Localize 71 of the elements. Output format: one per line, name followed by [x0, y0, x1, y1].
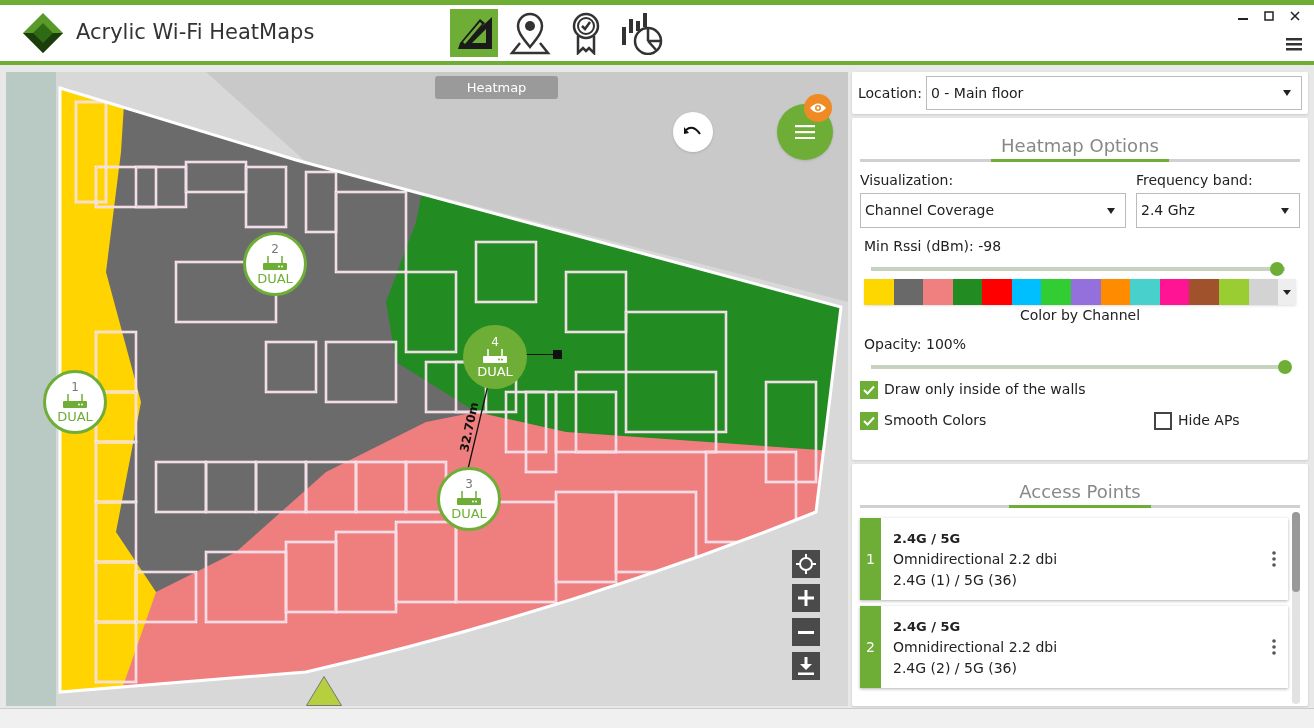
access-point-number: 1	[71, 381, 79, 393]
slider-label: Min Rssi (dBm): -98	[864, 237, 1003, 256]
dropdown-arrow-icon	[1107, 207, 1115, 214]
more-options-icon[interactable]	[1272, 551, 1276, 567]
target-icon	[796, 554, 816, 574]
zoom-in-button[interactable]	[792, 584, 820, 612]
menu-icon	[795, 125, 815, 139]
scrollbar[interactable]	[1292, 512, 1300, 704]
app-title: Acrylic Wi-Fi HeatMaps	[76, 19, 316, 47]
download-button[interactable]	[792, 652, 820, 680]
access-point-label: DUAL	[257, 272, 293, 285]
checkbox-option[interactable]: Draw only inside of the walls	[860, 379, 1086, 400]
access-point-number: 4	[491, 336, 499, 348]
palette-label: Color by Channel	[1018, 306, 1142, 325]
resize-handle[interactable]	[553, 350, 562, 359]
checkbox[interactable]	[860, 380, 878, 399]
eye-icon	[809, 102, 827, 114]
color-palette-dropdown[interactable]	[864, 279, 1296, 305]
checkbox[interactable]	[1154, 411, 1172, 430]
download-icon	[798, 657, 814, 675]
access-point-card[interactable]: 2 2.4G / 5G Omnidirectional 2.2 dbi 2.4G (2) / 5G (36)	[860, 606, 1288, 688]
minus-icon	[798, 630, 814, 634]
checkbox[interactable]	[860, 411, 878, 430]
visualization-dropdown[interactable]: Channel Coverage	[860, 193, 1126, 228]
section-title: Access Points	[1009, 478, 1151, 508]
field-label: Frequency band:	[1136, 171, 1254, 190]
locate-button[interactable]	[792, 550, 820, 578]
more-options-icon[interactable]	[1272, 639, 1276, 655]
access-point-bands: 2.4G / 5G	[893, 615, 1260, 637]
access-point-channels: 2.4G (1) / 5G (36)	[893, 570, 1018, 590]
maximize-icon[interactable]	[1264, 11, 1274, 21]
access-point-number: 2	[860, 606, 881, 688]
access-point-number: 1	[860, 518, 881, 600]
map-pin-icon	[508, 11, 552, 55]
location-label: Location:	[858, 83, 922, 103]
access-point-card[interactable]: 1 2.4G / 5G Omnidirectional 2.2 dbi 2.4G (1) / 5G (36)	[860, 518, 1288, 600]
toolbar-tool-button[interactable]	[450, 9, 498, 57]
access-point-number: 3	[465, 478, 473, 490]
chart-report-icon	[620, 11, 664, 55]
checkbox-option[interactable]: Hide APs	[1154, 410, 1300, 431]
field-label: Visualization:	[860, 171, 955, 190]
access-point-label: DUAL	[57, 410, 93, 423]
menu-icon[interactable]	[1286, 37, 1302, 51]
router-icon	[262, 255, 288, 271]
checkbox-option[interactable]: Smooth Colors	[860, 410, 1154, 431]
access-point-number: 2	[271, 243, 279, 255]
dropdown-arrow-icon	[1283, 289, 1292, 295]
frequency-band-dropdown[interactable]: 2.4 Ghz	[1136, 193, 1300, 228]
dropdown-arrow-icon	[1283, 90, 1291, 96]
router-icon	[456, 490, 482, 506]
router-icon	[62, 393, 88, 409]
access-point-antenna: Omnidirectional 2.2 dbi	[893, 637, 1059, 657]
access-point-antenna: Omnidirectional 2.2 dbi	[893, 549, 1059, 569]
app-logo	[22, 12, 64, 54]
location-dropdown[interactable]: 0 - Main floor	[925, 76, 1302, 110]
scrollbar-thumb[interactable]	[1292, 512, 1300, 592]
plus-icon	[798, 590, 814, 606]
arrow-icon	[306, 676, 342, 706]
slider-thumb[interactable]	[1278, 360, 1292, 374]
router-icon	[482, 348, 508, 364]
access-point-channels: 2.4G (2) / 5G (36)	[893, 658, 1018, 678]
zoom-out-button[interactable]	[792, 618, 820, 646]
access-point-bands: 2.4G / 5G	[893, 527, 1260, 549]
access-point-label: DUAL	[451, 507, 487, 520]
dropdown-arrow-icon	[1281, 207, 1289, 214]
close-icon[interactable]	[1290, 11, 1300, 21]
slider-thumb[interactable]	[1269, 262, 1284, 276]
section-title: Heatmap Options	[991, 132, 1169, 162]
access-point-label: DUAL	[477, 365, 513, 378]
distance-label: 32.70m	[456, 400, 483, 454]
slider-label: Opacity: 100%	[864, 335, 968, 354]
